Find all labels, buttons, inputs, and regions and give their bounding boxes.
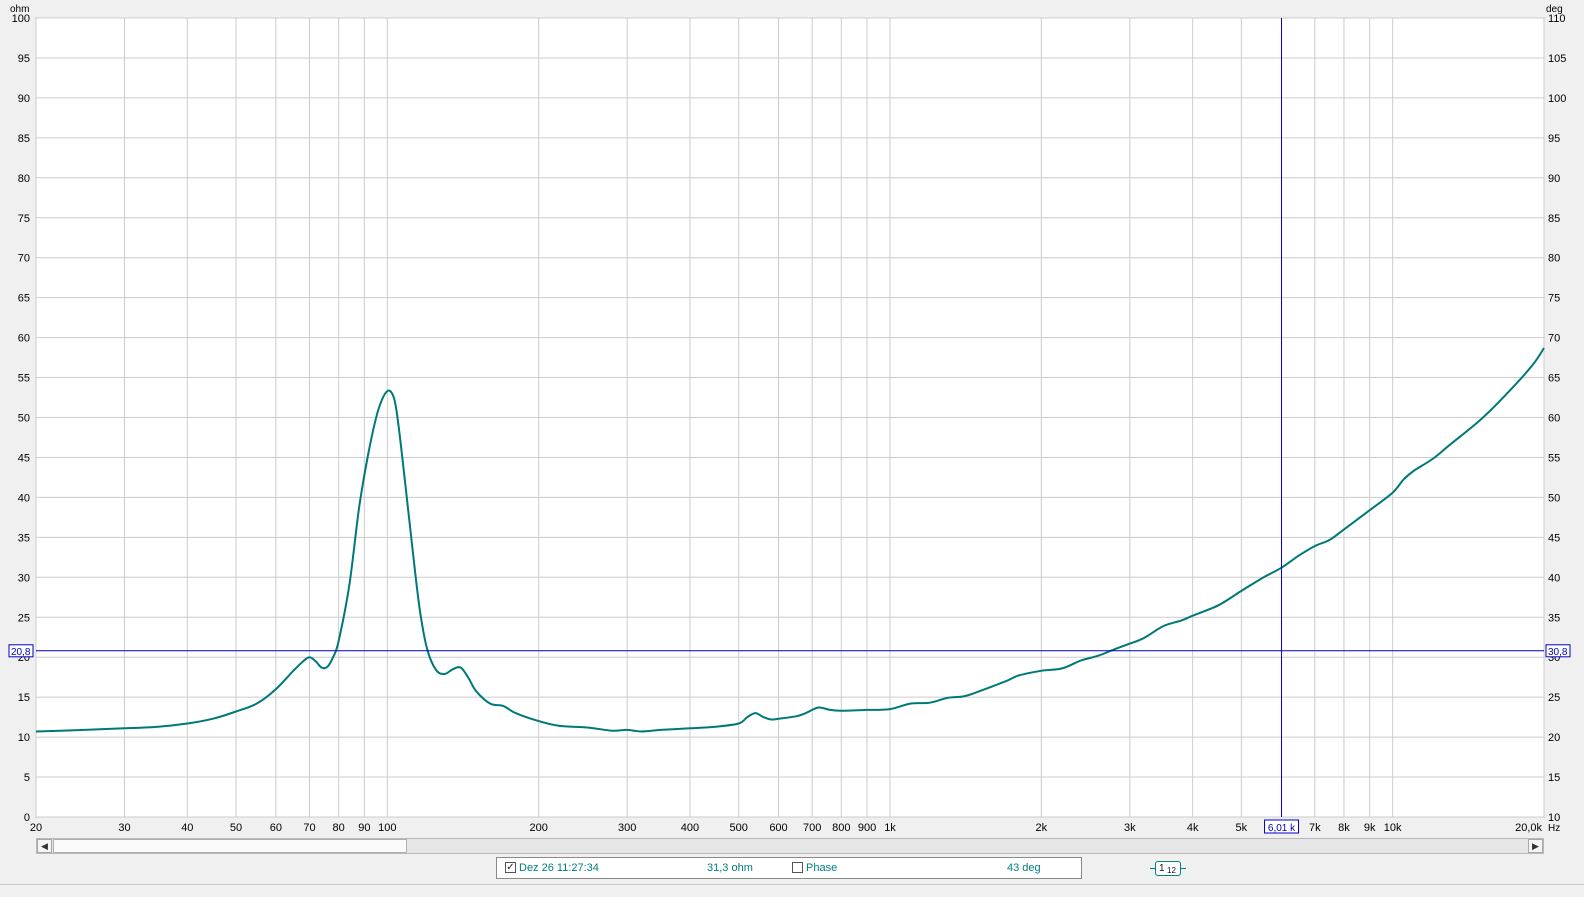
x-tick-label: 50 <box>230 822 242 834</box>
y-tick-label: 95 <box>18 53 30 65</box>
x-tick-label: 90 <box>358 822 370 834</box>
smoothing-numerator: 1 <box>1159 863 1165 874</box>
y2-tick-label: 50 <box>1548 492 1560 504</box>
phase-value: 43 deg <box>1007 862 1041 874</box>
y-tick-label: 50 <box>18 413 30 425</box>
x-tick-label: 60 <box>270 822 282 834</box>
y-tick-label: 30 <box>18 572 30 584</box>
y2-tick-label: 85 <box>1548 213 1560 225</box>
x-axis-unit: Hz <box>1548 823 1560 834</box>
x-tick-label: 1k <box>884 822 896 834</box>
y-tick-label: 40 <box>18 492 30 504</box>
y-tick-label: 5 <box>24 772 30 784</box>
cursor-y-right-label: 30,8 <box>1548 647 1568 658</box>
y-tick-label: 70 <box>18 253 30 265</box>
cursor-y-right-badge: 30,8 <box>1545 644 1571 658</box>
y-axis-right-unit: deg <box>1546 4 1563 15</box>
x-tick-label: 600 <box>769 822 787 834</box>
x-tick-label: 4k <box>1187 822 1199 834</box>
x-tick-label: 20,0k <box>1515 822 1542 834</box>
scroll-thumb[interactable] <box>53 839 407 853</box>
impedance-chart[interactable]: 0510152025303540455055606570758085909510… <box>0 0 1584 836</box>
x-tick-label: 200 <box>529 822 547 834</box>
phase-label: Phase <box>806 862 838 874</box>
x-tick-label: 400 <box>681 822 699 834</box>
y-tick-label: 35 <box>18 532 30 544</box>
x-tick-label: 80 <box>333 822 345 834</box>
x-tick-label: 2k <box>1036 822 1048 834</box>
grid-lines <box>35 17 1545 818</box>
scroll-track[interactable] <box>407 839 1528 853</box>
status-divider <box>0 884 1584 885</box>
y2-tick-label: 80 <box>1548 253 1560 265</box>
y-tick-label: 45 <box>18 452 30 464</box>
y2-tick-label: 105 <box>1548 53 1566 65</box>
x-tick-label: 30 <box>118 822 130 834</box>
x-tick-label: 8k <box>1338 822 1350 834</box>
cursor-x-label: 6,01 k <box>1268 823 1296 834</box>
y2-tick-label: 65 <box>1548 373 1560 385</box>
y2-tick-label: 25 <box>1548 692 1560 704</box>
x-tick-label: 10k <box>1384 822 1402 834</box>
y2-tick-label: 35 <box>1548 612 1560 624</box>
y2-tick-label: 70 <box>1548 333 1560 345</box>
y2-tick-label: 75 <box>1548 293 1560 305</box>
y-tick-label: 75 <box>18 213 30 225</box>
cursor-x-badge: 6,01 k <box>1264 819 1300 834</box>
y-tick-label: 10 <box>18 732 30 744</box>
y-tick-label: 85 <box>18 133 30 145</box>
y2-tick-label: 15 <box>1548 772 1560 784</box>
x-tick-label: 900 <box>858 822 876 834</box>
y2-tick-label: 55 <box>1548 452 1560 464</box>
y2-tick-label: 40 <box>1548 572 1560 584</box>
y-tick-label: 15 <box>18 692 30 704</box>
y2-tick-label: 60 <box>1548 413 1560 425</box>
smoothing-button[interactable]: 1 12 <box>1150 861 1186 876</box>
y2-tick-label: 20 <box>1548 732 1560 744</box>
x-tick-label: 100 <box>378 822 396 834</box>
trace-name: Dez 26 11:27:34 <box>519 862 599 874</box>
x-tick-label: 5k <box>1236 822 1248 834</box>
scroll-left-arrow-icon[interactable]: ◀ <box>37 839 52 853</box>
x-tick-label: 7k <box>1309 822 1321 834</box>
x-axis-ticks: 20 30 40 50 60 70 80 90 100 200 300 400 500 600 700 800… <box>30 822 1543 834</box>
scroll-right-arrow-icon[interactable]: ▶ <box>1528 839 1543 853</box>
trace-checkbox[interactable]: ✓ <box>505 862 516 873</box>
y-tick-label: 55 <box>18 373 30 385</box>
horizontal-scrollbar[interactable]: ◀ ▶ <box>36 838 1544 854</box>
cursor-y-left-badge: 20,8 <box>8 644 34 658</box>
y-tick-label: 65 <box>18 293 30 305</box>
y-tick-label: 25 <box>18 612 30 624</box>
y-tick-label: 80 <box>18 173 30 185</box>
trace-legend: ✓ Dez 26 11:27:34 1 12 31,3 ohm Phase 43… <box>496 857 1186 879</box>
x-tick-label: 3k <box>1124 822 1136 834</box>
y-axis-left-ticks: 0510152025303540455055606570758085909510… <box>12 13 30 824</box>
y2-tick-label: 45 <box>1548 532 1560 544</box>
x-tick-label: 700 <box>803 822 821 834</box>
x-tick-label: 70 <box>303 822 315 834</box>
smoothing-denominator: 12 <box>1167 866 1176 875</box>
x-tick-label: 9k <box>1364 822 1376 834</box>
x-tick-label: 40 <box>181 822 193 834</box>
smoothing-line-right <box>1180 868 1186 869</box>
y-tick-label: 60 <box>18 333 30 345</box>
y2-tick-label: 90 <box>1548 173 1560 185</box>
trace-value: 31,3 ohm <box>707 862 753 874</box>
y-axis-left-unit: ohm <box>10 4 29 15</box>
x-tick-label: 800 <box>832 822 850 834</box>
x-tick-label: 300 <box>618 822 636 834</box>
x-tick-label: 20 <box>30 822 42 834</box>
cursor-y-left-label: 20,8 <box>11 647 31 658</box>
phase-checkbox[interactable] <box>792 862 803 873</box>
y-axis-right-ticks: 1015202530354045505560657075808590951001… <box>1548 13 1566 824</box>
x-tick-label: 500 <box>730 822 748 834</box>
y2-tick-label: 95 <box>1548 133 1560 145</box>
y2-tick-label: 100 <box>1548 93 1566 105</box>
y-tick-label: 90 <box>18 93 30 105</box>
smoothing-line-left <box>1150 868 1156 869</box>
